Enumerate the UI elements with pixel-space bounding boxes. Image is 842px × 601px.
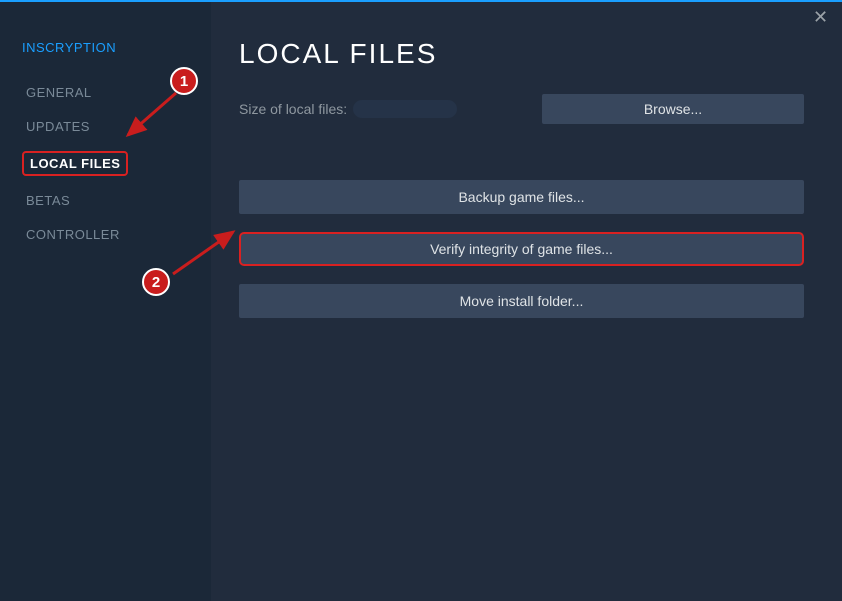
close-icon[interactable]: ✕ <box>813 10 827 24</box>
page-title: LOCAL FILES <box>239 38 804 70</box>
annotation-arrow-2 <box>165 222 245 282</box>
size-row: Size of local files: Browse... <box>239 94 804 124</box>
verify-button[interactable]: Verify integrity of game files... <box>239 232 804 266</box>
sidebar-item-betas[interactable]: BETAS <box>22 191 74 210</box>
sidebar-item-controller[interactable]: CONTROLLER <box>22 225 124 244</box>
size-value-redacted <box>353 100 457 118</box>
sidebar-item-updates[interactable]: UPDATES <box>22 117 94 136</box>
sidebar-item-local-files[interactable]: LOCAL FILES <box>22 151 128 176</box>
properties-window: ✕ INSCRYPTION GENERAL UPDATES LOCAL FILE… <box>0 0 842 601</box>
backup-button[interactable]: Backup game files... <box>239 180 804 214</box>
annotation-arrow-1 <box>118 85 186 145</box>
sidebar-item-general[interactable]: GENERAL <box>22 83 96 102</box>
window-top-border <box>0 0 842 2</box>
main-panel: LOCAL FILES Size of local files: Browse.… <box>211 0 842 601</box>
annotation-badge-2: 2 <box>142 268 170 296</box>
annotation-badge-1: 1 <box>170 67 198 95</box>
move-button[interactable]: Move install folder... <box>239 284 804 318</box>
sidebar-title: INSCRYPTION <box>22 40 211 55</box>
size-label: Size of local files: <box>239 101 347 117</box>
browse-button[interactable]: Browse... <box>542 94 804 124</box>
